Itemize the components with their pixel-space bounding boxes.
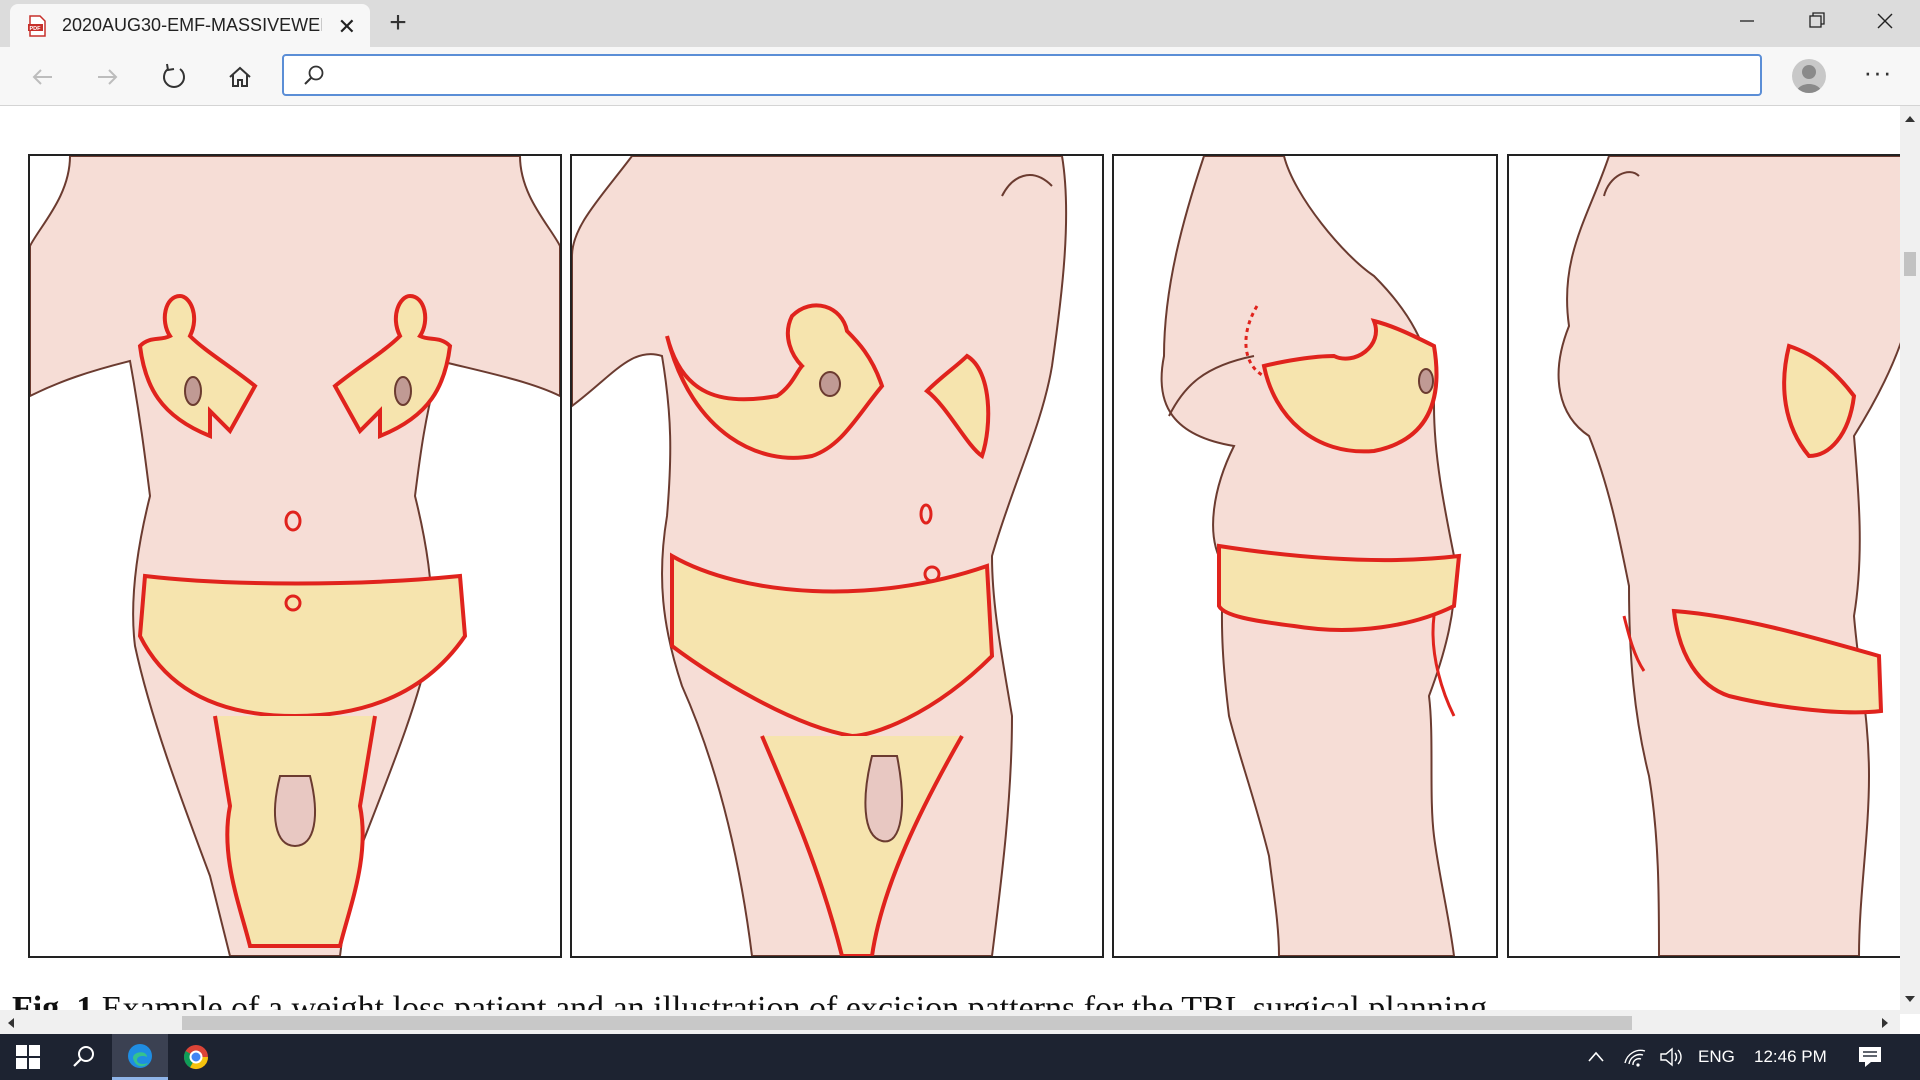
illustration-panel-back — [1507, 154, 1900, 958]
windows-taskbar: ENG 12:46 PM — [0, 1034, 1920, 1080]
oblique-view-illustration — [572, 156, 1068, 956]
notifications-icon[interactable] — [1857, 1045, 1883, 1069]
window-close-button[interactable] — [1850, 0, 1920, 44]
refresh-button[interactable] — [154, 57, 194, 97]
forward-arrow-icon — [98, 69, 118, 85]
browser-tab[interactable]: PDF 2020AUG30-EMF-MASSIVEWEIGHT ✕ — [10, 4, 370, 47]
back-arrow-icon — [32, 69, 52, 85]
restore-button[interactable] — [1782, 0, 1852, 44]
browser-toolbar: ··· — [0, 47, 1920, 106]
home-button[interactable] — [220, 57, 260, 97]
new-tab-button[interactable]: + — [380, 6, 416, 42]
refresh-icon — [163, 63, 185, 88]
profile-avatar[interactable] — [1792, 59, 1826, 93]
language-indicator[interactable]: ENG — [1698, 1047, 1735, 1067]
wifi-icon[interactable] — [1622, 1046, 1648, 1068]
start-button[interactable] — [0, 1034, 56, 1080]
back-view-illustration — [1557, 156, 1900, 956]
address-input[interactable] — [334, 60, 1738, 92]
user-icon — [1796, 65, 1822, 93]
taskbar-chrome-button[interactable] — [168, 1034, 224, 1080]
home-icon — [229, 66, 251, 87]
tab-title: 2020AUG30-EMF-MASSIVEWEIGHT — [62, 15, 322, 35]
horizontal-scroll-thumb[interactable] — [182, 1016, 1632, 1030]
horizontal-scrollbar[interactable] — [0, 1010, 1900, 1034]
pdf-viewer-content: Fig. 1 Example of a weight loss patient … — [0, 106, 1900, 1014]
scroll-left-icon[interactable] — [6, 1017, 16, 1029]
windows-logo-icon — [16, 1045, 40, 1069]
tab-close-button[interactable]: ✕ — [338, 14, 356, 40]
clock[interactable]: 12:46 PM — [1754, 1047, 1827, 1067]
chevron-up-icon[interactable] — [1586, 1048, 1606, 1066]
svg-text:PDF: PDF — [30, 26, 42, 32]
chrome-browser-icon — [183, 1045, 208, 1070]
vertical-scrollbar[interactable] — [1900, 106, 1920, 1014]
minimize-button[interactable] — [1712, 0, 1782, 44]
illustration-panel-front — [28, 154, 562, 958]
title-bar: PDF 2020AUG30-EMF-MASSIVEWEIGHT ✕ + — [0, 0, 1920, 47]
taskbar-edge-button[interactable] — [112, 1034, 168, 1080]
scroll-right-icon[interactable] — [1880, 1017, 1890, 1029]
taskbar-search-button[interactable] — [56, 1034, 112, 1080]
scroll-down-icon[interactable] — [1904, 994, 1916, 1004]
settings-menu-button[interactable]: ··· — [1858, 59, 1898, 93]
front-view-illustration — [30, 156, 560, 956]
address-bar[interactable] — [282, 54, 1762, 96]
side-view-illustration — [1160, 156, 1462, 956]
illustration-panel-side — [1112, 154, 1498, 958]
vertical-scroll-thumb[interactable] — [1904, 252, 1916, 276]
illustration-panel-oblique — [570, 154, 1104, 958]
back-button[interactable] — [22, 57, 62, 97]
search-icon — [73, 1046, 94, 1067]
scroll-up-icon[interactable] — [1904, 114, 1916, 124]
forward-button[interactable] — [88, 57, 128, 97]
pdf-file-icon: PDF — [26, 14, 48, 37]
volume-icon[interactable] — [1658, 1046, 1684, 1068]
edge-browser-icon — [128, 1043, 152, 1068]
search-icon — [304, 65, 324, 85]
